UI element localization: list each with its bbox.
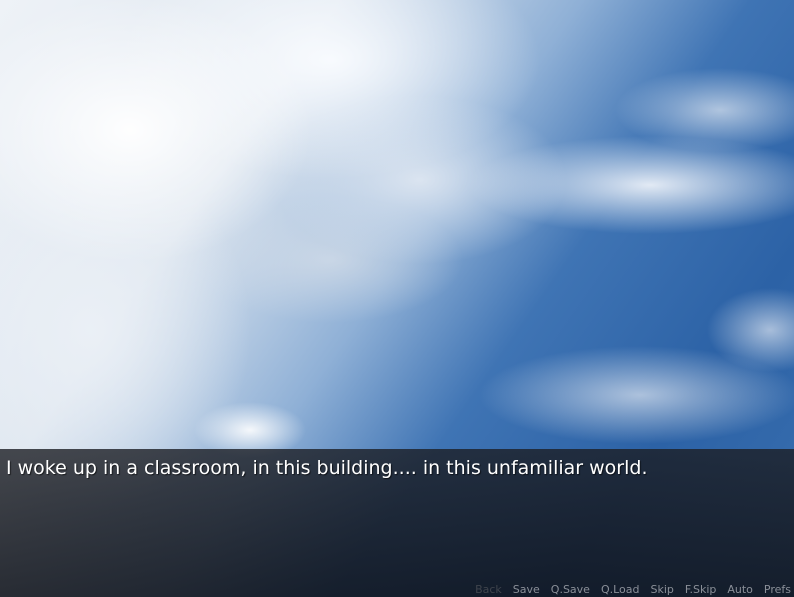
dialogue-text: I woke up in a classroom, in this buildi… (6, 457, 648, 479)
game-screen[interactable]: I woke up in a classroom, in this buildi… (0, 0, 794, 597)
quick-menu: Back Save Q.Save Q.Load Skip F.Skip Auto… (475, 582, 791, 597)
skip-button[interactable]: Skip (651, 582, 674, 597)
save-button[interactable]: Save (513, 582, 540, 597)
back-button[interactable]: Back (475, 582, 502, 597)
preferences-button[interactable]: Prefs (764, 582, 791, 597)
auto-button[interactable]: Auto (727, 582, 753, 597)
fast-skip-button[interactable]: F.Skip (685, 582, 716, 597)
quick-save-button[interactable]: Q.Save (551, 582, 590, 597)
quick-load-button[interactable]: Q.Load (601, 582, 640, 597)
